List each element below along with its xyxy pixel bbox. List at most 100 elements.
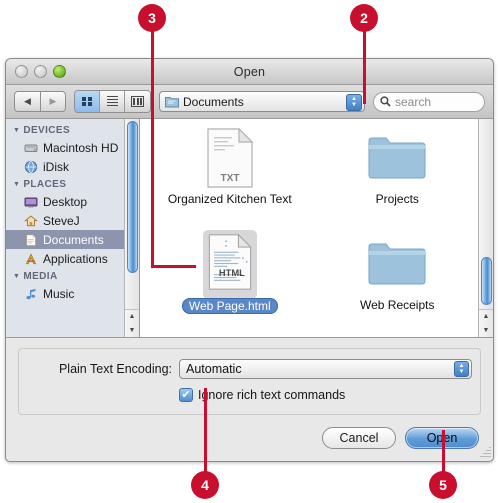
folder-icon-wrap [366, 125, 428, 191]
ignore-rich-text-checkbox[interactable]: ✔ [179, 388, 193, 402]
location-popup-button[interactable]: Documents ▲ ▼ [159, 91, 365, 112]
disclosure-triangle-icon[interactable]: ▼ [13, 273, 20, 280]
sidebar-item-applications[interactable]: Applications [6, 249, 139, 268]
location-popup-value: Documents [183, 94, 244, 109]
file-item-projects[interactable]: Projects [314, 125, 482, 231]
encoding-popup-button[interactable]: Automatic ▲ ▼ [179, 359, 472, 379]
sidebar-item-music[interactable]: Music [6, 284, 139, 303]
sidebar-scrollbar[interactable]: ▲ ▼ [124, 119, 139, 337]
sidebar-section-media-label: MEDIA [23, 271, 58, 282]
documents-folder-icon [24, 233, 38, 247]
columns-icon [131, 96, 144, 107]
sidebar-item-label: iDisk [43, 159, 69, 174]
desktop-icon [24, 195, 38, 209]
chevron-left-icon: ◀ [24, 96, 31, 106]
sidebar-item-label: Desktop [43, 194, 88, 209]
forward-button[interactable]: ▶ [40, 91, 66, 112]
encoding-label: Plain Text Encoding: [58, 362, 172, 376]
file-icon-wrap: HTML [202, 229, 257, 299]
cancel-button[interactable]: Cancel [322, 427, 396, 449]
open-dialog-window: Open ◀ ▶ Documents ▲ ▼ search ▼ DEVICES … [5, 58, 494, 462]
accessory-group-box: Plain Text Encoding: Automatic ▲ ▼ ✔ Ign… [18, 348, 481, 415]
ignore-rich-text-row[interactable]: ✔ Ignore rich text commands [27, 388, 472, 402]
file-name-label: Web Receipts [360, 298, 435, 312]
file-pane-scroll-arrows[interactable]: ▲ ▼ [479, 309, 493, 337]
sidebar-item-documents[interactable]: Documents [6, 230, 139, 249]
sidebar-item-label: Documents [43, 232, 104, 247]
sidebar-item-label: Macintosh HD [43, 140, 119, 155]
ignore-rich-text-label: Ignore rich text commands [198, 388, 346, 402]
resize-handle-icon[interactable] [479, 446, 491, 458]
back-button[interactable]: ◀ [14, 91, 40, 112]
stepper-down-arrow-icon: ▼ [458, 369, 465, 375]
hard-disk-icon [24, 141, 38, 155]
callout-badge-3-label: 3 [148, 10, 156, 26]
scroll-down-arrow-icon[interactable]: ▼ [129, 327, 136, 334]
file-browser-pane[interactable]: TXT Organized Kitchen Text Projects HTML… [140, 119, 493, 337]
file-item-organized-kitchen-text[interactable]: TXT Organized Kitchen Text [146, 125, 314, 231]
encoding-popup-stepper-icon[interactable]: ▲ ▼ [454, 361, 469, 377]
window-titlebar[interactable]: Open [6, 59, 493, 85]
folder-icon [368, 137, 426, 179]
scroll-up-arrow-icon[interactable]: ▲ [483, 313, 490, 320]
folder-icon [368, 243, 426, 285]
chevron-right-icon: ▶ [49, 96, 57, 106]
callout-3-leader-horizontal [151, 265, 196, 268]
file-item-web-page-html[interactable]: HTML Web Page.html [146, 229, 314, 337]
checkmark-icon: ✔ [181, 388, 191, 401]
icon-view-button[interactable] [75, 91, 100, 112]
file-pane-scrollbar-thumb[interactable] [481, 257, 492, 305]
list-icon [106, 95, 118, 108]
callout-badge-4-label: 4 [201, 477, 209, 493]
callout-3-leader-vertical [151, 26, 154, 268]
sidebar-item-label: Applications [43, 251, 108, 266]
html-file-icon: HTML [208, 233, 252, 290]
view-mode-buttons [74, 90, 151, 113]
close-button-icon[interactable] [15, 65, 28, 78]
home-icon [24, 214, 38, 228]
file-name-label: Organized Kitchen Text [167, 192, 292, 206]
disclosure-triangle-icon[interactable]: ▼ [13, 127, 20, 134]
encoding-popup-value: Automatic [186, 362, 242, 376]
sidebar-scroll-arrows[interactable]: ▲ ▼ [125, 309, 139, 337]
selection-highlight: HTML [202, 229, 257, 299]
search-input[interactable]: search [395, 95, 431, 109]
callout-badge-4: 4 [191, 471, 219, 499]
sidebar-item-label: Music [43, 286, 75, 301]
callout-badge-5-label: 5 [439, 477, 447, 493]
callout-badge-2-label: 2 [360, 10, 368, 26]
sidebar-item-label: SteveJ [43, 213, 80, 228]
column-view-button[interactable] [125, 91, 150, 112]
location-popup-stepper-icon[interactable]: ▲ ▼ [346, 93, 362, 111]
callout-2-leader [363, 26, 366, 104]
disclosure-triangle-icon[interactable]: ▼ [13, 181, 20, 188]
callout-4-leader [204, 388, 207, 473]
zoom-button-icon[interactable] [53, 65, 66, 78]
sidebar-item-home[interactable]: SteveJ [6, 211, 139, 230]
sidebar-scrollbar-thumb[interactable] [127, 121, 138, 273]
sidebar-item-desktop[interactable]: Desktop [6, 192, 139, 211]
file-item-web-receipts[interactable]: Web Receipts [314, 231, 482, 337]
search-field[interactable]: search [373, 91, 485, 112]
sidebar-section-devices[interactable]: ▼ DEVICES [6, 122, 139, 138]
accessory-panel: Plain Text Encoding: Automatic ▲ ▼ ✔ Ign… [6, 337, 493, 421]
file-icon-wrap: TXT [205, 125, 255, 191]
list-view-button[interactable] [100, 91, 125, 112]
callout-5-leader [442, 430, 445, 473]
sidebar-section-places-label: PLACES [23, 179, 67, 190]
navigation-buttons: ◀ ▶ [14, 91, 66, 112]
stepper-down-arrow-icon: ▼ [351, 102, 357, 108]
sidebar-item-macintosh-hd[interactable]: Macintosh HD [6, 138, 139, 157]
folder-icon-wrap [366, 231, 428, 297]
sidebar-section-media[interactable]: ▼ MEDIA [6, 268, 139, 284]
scroll-up-arrow-icon[interactable]: ▲ [129, 313, 136, 320]
folder-icon [165, 97, 179, 108]
encoding-row: Plain Text Encoding: Automatic ▲ ▼ [27, 359, 472, 379]
sidebar-item-idisk[interactable]: iDisk [6, 157, 139, 176]
sidebar-section-places[interactable]: ▼ PLACES [6, 176, 139, 192]
scroll-down-arrow-icon[interactable]: ▼ [483, 327, 490, 334]
file-pane-scrollbar[interactable]: ▲ ▼ [478, 119, 493, 337]
minimize-button-icon[interactable] [34, 65, 47, 78]
grid-icon [82, 96, 92, 107]
window-title: Open [233, 64, 266, 79]
